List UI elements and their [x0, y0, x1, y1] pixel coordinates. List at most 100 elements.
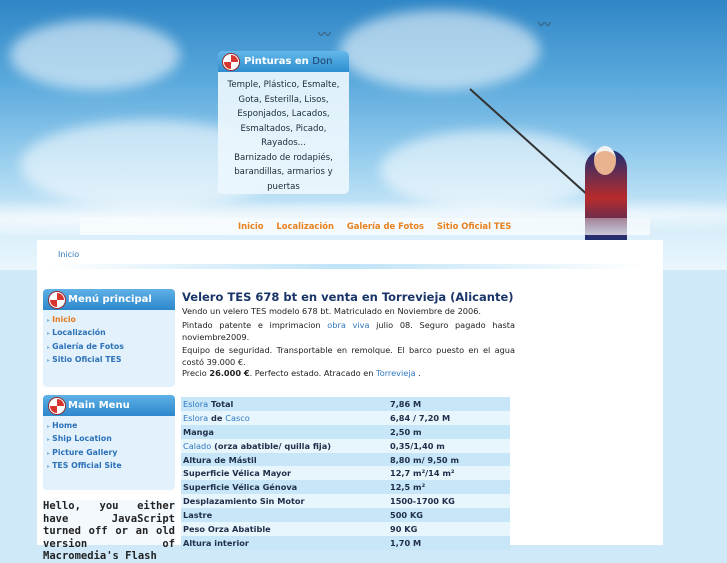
table-row: Eslora de Casco 6,84 / 7,20 M [181, 410, 510, 425]
spec-value: 90 KG [388, 522, 510, 536]
table-row: Superficie Vélica Génova 12,5 m² [181, 480, 510, 495]
sidebar-item-localizacion[interactable]: Localización [47, 328, 175, 341]
pinturas-line: Esponjados, Lacados, [237, 109, 330, 119]
torrevieja-link[interactable]: Torrevieja [376, 368, 416, 378]
table-row: Superficie Vélica Mayor 12,7 m²/14 m² [181, 466, 510, 481]
spec-label-text: Lastre [183, 510, 213, 521]
main-menu-box: Main Menu Home Ship Location Picture Gal… [43, 395, 175, 490]
paragraph: Pintado patente e imprimacion obra viva … [182, 320, 515, 343]
pinturas-header: Pinturas en Don [218, 51, 349, 72]
nav-link-galeria[interactable]: Galería de Fotos [347, 221, 424, 231]
sidebar-item-picture-gallery[interactable]: Picture Gallery [47, 448, 175, 461]
lifebuoy-icon [49, 398, 65, 414]
spec-label-text: de [210, 412, 223, 423]
spec-label-text: Superficie Vélica Mayor [183, 468, 292, 479]
spec-label-link[interactable]: Casco [225, 413, 250, 423]
sidebar-item-inicio[interactable]: Inicio [47, 315, 175, 328]
menu-principal-title: Menú principal [68, 294, 152, 305]
spec-value: 0,35/1,40 m [388, 438, 510, 453]
specs-table: Eslora Total 7,86 M Eslora de Casco 6,84 … [181, 397, 510, 550]
pinturas-text: Temple, Plástico, Esmalte, Gota, Esteril… [218, 72, 349, 194]
spec-label-link[interactable]: Eslora [183, 399, 208, 409]
sidebar-item-galeria[interactable]: Galería de Fotos [47, 342, 175, 355]
pinturas-title-suffix: Don [312, 56, 333, 67]
spec-value: 1,70 M [388, 535, 510, 550]
pinturas-box: Pinturas en Don Temple, Plástico, Esmalt… [218, 51, 349, 194]
spec-label: Superficie Vélica Génova [181, 480, 388, 495]
spec-label: Manga [181, 424, 388, 439]
pinturas-line: Rayados... [261, 138, 306, 148]
spec-value: 12,7 m²/14 m² [388, 466, 510, 481]
sidebar-item-sitio-oficial[interactable]: Sitio Oficial TES [47, 355, 175, 368]
spec-value: 12,5 m² [388, 480, 510, 495]
text: Pintado patente e imprimacion [182, 320, 321, 330]
spec-label-text: (orza abatible/ quilla fija) [214, 440, 331, 451]
cloud [340, 10, 540, 90]
pinturas-line: Barnizado de rodapiés, [234, 152, 333, 163]
flash-notice: Hello, you either have JavaScript turned… [43, 500, 175, 562]
text: . [418, 368, 421, 378]
table-row: Eslora Total 7,86 M [181, 397, 510, 411]
spec-label-text: Altura interior [183, 537, 249, 548]
table-row: Altura interior 1,70 M [181, 535, 510, 550]
table-row: Altura de Mástil 8,80 m/ 9,50 m [181, 452, 510, 467]
spec-value: 8,80 m/ 9,50 m [388, 452, 510, 467]
seagull-icon: 〰 [318, 28, 332, 43]
paragraph: Vendo un velero TES modelo 678 bt. Matri… [182, 306, 482, 316]
seagull-icon: 〰 [538, 18, 552, 33]
pinturas-line: barandillas, armarios y puertas [234, 167, 333, 192]
spec-value: 6,84 / 7,20 M [388, 410, 510, 425]
sidebar-item-tes-official-site[interactable]: TES Official Site [47, 461, 175, 474]
spec-value: 500 KG [388, 508, 510, 523]
spec-label: Altura interior [181, 535, 388, 550]
spec-label-text: Manga [183, 426, 214, 437]
pinturas-line: Esmaltados, Picado, [240, 123, 327, 134]
spec-label-text: Peso Orza Abatible [183, 523, 271, 534]
pinturas-title: Pinturas en [244, 56, 309, 67]
page-title: Velero TES 678 bt en venta en Torrevieja… [182, 290, 514, 304]
spec-label: Peso Orza Abatible [181, 522, 388, 536]
main-menu-title: Main Menu [68, 400, 130, 411]
table-row: Peso Orza Abatible 90 KG [181, 522, 510, 536]
lifebuoy-icon [223, 54, 239, 70]
table-row: Desplazamiento Sin Motor 1500-1700 KG [181, 494, 510, 509]
spec-label-text: Altura de Mástil [183, 454, 257, 465]
fisherman-head [594, 146, 616, 175]
spec-label: Lastre [181, 508, 388, 523]
table-row: Calado (orza abatible/ quilla fija) 0,35… [181, 438, 510, 453]
spec-label-text: Total [210, 398, 234, 409]
text: . Perfecto estado. Atracado en [249, 368, 374, 378]
obra-viva-link[interactable]: obra viva [327, 320, 369, 330]
paragraph: Precio 26.000 €. Perfecto estado. Atraca… [182, 368, 515, 380]
spec-value: 1500-1700 KG [388, 494, 510, 509]
spec-label-text: Superficie Vélica Génova [183, 482, 298, 493]
spec-label-text: Desplazamiento Sin Motor [183, 496, 305, 507]
nav-link-localizacion[interactable]: Localización [276, 221, 334, 231]
breadcrumb[interactable]: Inicio [58, 250, 79, 259]
divider [45, 264, 645, 269]
pinturas-line: Gota, Esterilla, Lisos, [238, 94, 329, 105]
top-navigation: Inicio Localización Galería de Fotos Sit… [80, 218, 650, 235]
menu-principal-header: Menú principal [43, 289, 175, 310]
spec-label: Desplazamiento Sin Motor [181, 494, 388, 509]
spec-value: 7,86 M [388, 397, 510, 411]
spec-label: Altura de Mástil [181, 452, 388, 467]
sidebar-item-home[interactable]: Home [47, 421, 175, 434]
lifebuoy-icon [49, 292, 65, 308]
spec-label: Eslora de Casco [181, 410, 388, 425]
spec-label: Superficie Vélica Mayor [181, 466, 388, 481]
spec-label-link[interactable]: Calado [183, 441, 211, 451]
table-row: Manga 2,50 m [181, 424, 510, 439]
menu-principal-box: Menú principal Inicio Localización Galer… [43, 289, 175, 387]
spec-label-link[interactable]: Eslora [183, 413, 208, 423]
sidebar-item-ship-location[interactable]: Ship Location [47, 434, 175, 447]
table-row: Lastre 500 KG [181, 508, 510, 523]
price: 26.000 € [209, 368, 250, 378]
nav-link-sitio-oficial[interactable]: Sitio Oficial TES [437, 221, 512, 231]
spec-label: Calado (orza abatible/ quilla fija) [181, 438, 388, 453]
nav-link-inicio[interactable]: Inicio [238, 221, 264, 231]
spec-label: Eslora Total [181, 397, 388, 411]
text: Precio [182, 368, 207, 378]
paragraph: Equipo de seguridad. Transportable en re… [182, 345, 515, 367]
pinturas-line: Temple, Plástico, Esmalte, [227, 80, 340, 90]
